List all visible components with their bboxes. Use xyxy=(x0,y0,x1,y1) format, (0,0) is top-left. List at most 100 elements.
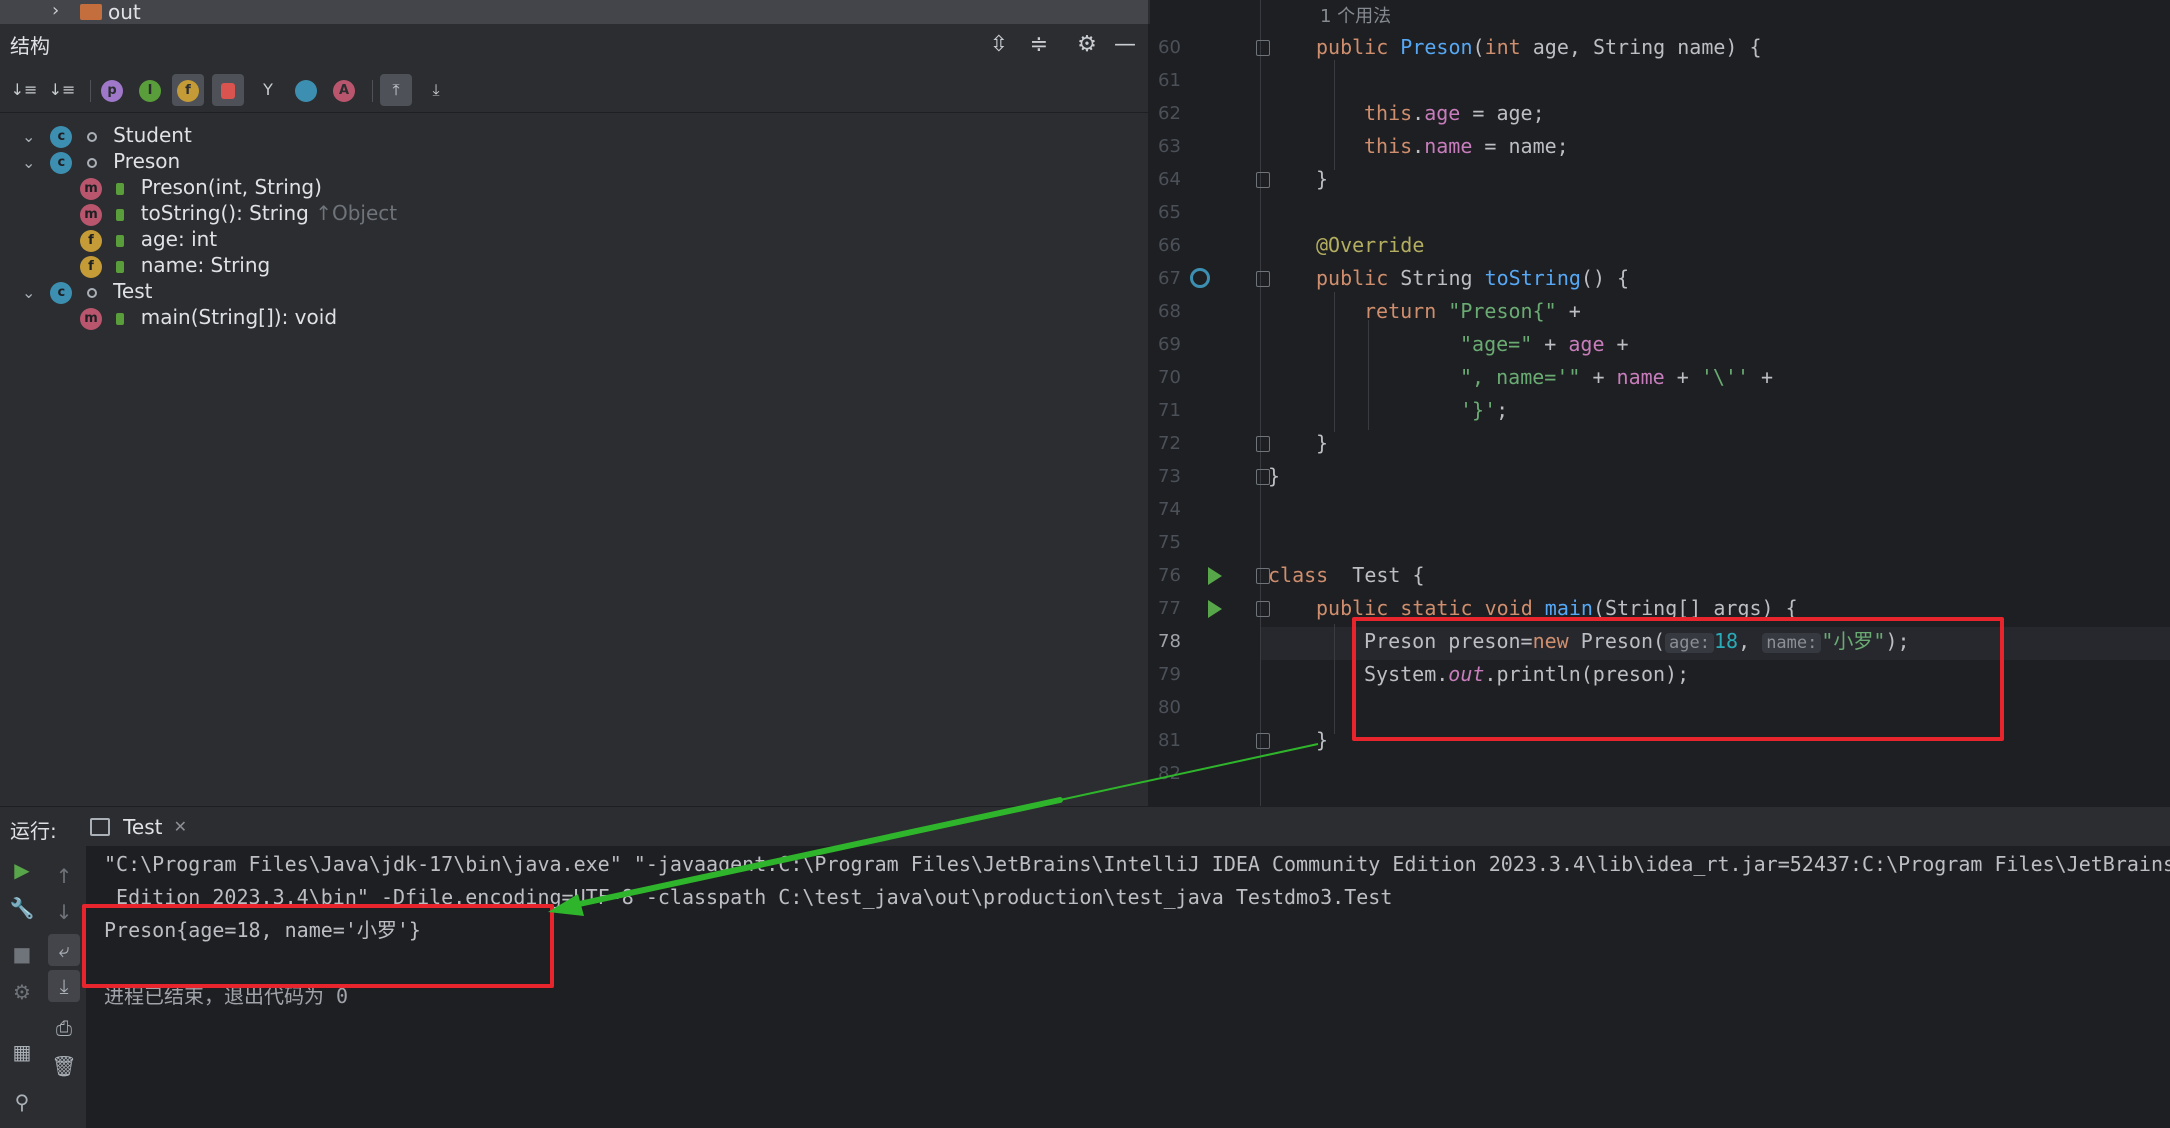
public-icon xyxy=(116,182,125,195)
autoscroll-from-source-icon[interactable]: ⤓ xyxy=(420,74,452,106)
layout-icon[interactable]: ▦ xyxy=(6,1036,38,1068)
scroll-to-end-icon[interactable]: ⤓ xyxy=(48,970,80,1002)
folder-label: out xyxy=(108,0,141,24)
structure-toolbar: ↓≡ ↓≡ p I f Y A ⤒ ⤓ xyxy=(0,68,1148,113)
code-line-72[interactable]: } xyxy=(1316,427,1328,460)
project-tree-out-row[interactable]: › out xyxy=(0,0,1148,24)
code-line-60[interactable]: public Preson(int age, String name) { xyxy=(1316,31,1762,64)
fold-marker-icon[interactable] xyxy=(1256,271,1270,287)
method-icon: m xyxy=(80,307,102,330)
code-line-73[interactable]: } xyxy=(1268,460,1280,493)
package-private-icon xyxy=(86,287,97,298)
line-number: 81 xyxy=(1158,730,1181,751)
tree-node-main[interactable]: m main(String[]): void xyxy=(80,300,337,334)
folder-icon xyxy=(80,4,102,20)
override-marker-icon[interactable] xyxy=(1190,268,1210,288)
line-number: 62 xyxy=(1158,103,1181,124)
line-number: 69 xyxy=(1158,334,1181,355)
override-hint: ↑Object xyxy=(315,201,398,225)
line-number: 68 xyxy=(1158,301,1181,322)
run-panel-header: 运行: Test ✕ xyxy=(0,806,2170,847)
code-line-70[interactable]: ", name='" + name + '\'' + xyxy=(1460,361,1773,394)
application-icon xyxy=(90,818,110,836)
show-lambdas-icon[interactable]: Y xyxy=(252,74,284,106)
structure-panel-title: 结构 xyxy=(10,34,50,58)
line-number: 63 xyxy=(1158,136,1181,157)
restore-layout-icon[interactable]: ⚙ xyxy=(6,976,38,1008)
line-number: 73 xyxy=(1158,466,1181,487)
package-private-icon xyxy=(86,157,97,168)
class-icon: c xyxy=(50,151,73,174)
line-number: 72 xyxy=(1158,433,1181,454)
run-tab-label: Test xyxy=(123,815,163,839)
arrow-down-icon[interactable]: ↓ xyxy=(48,896,80,928)
line-number: 65 xyxy=(1158,202,1181,223)
print-icon[interactable]: ⎙ xyxy=(48,1012,80,1044)
line-number: 66 xyxy=(1158,235,1181,256)
code-line-63[interactable]: this.name = name; xyxy=(1364,130,1569,163)
code-line-76[interactable]: class Test { xyxy=(1268,559,1425,592)
fold-marker-icon[interactable] xyxy=(1256,40,1270,56)
run-tab-test[interactable]: Test ✕ xyxy=(80,807,197,847)
sort-by-visibility-icon[interactable]: ↓≡ xyxy=(46,74,78,106)
line-number: 60 xyxy=(1158,37,1181,58)
public-icon xyxy=(116,234,125,247)
show-inherited-icon[interactable]: I xyxy=(134,74,166,106)
rerun-icon[interactable]: ▶ xyxy=(6,854,38,886)
fold-marker-icon[interactable] xyxy=(1256,436,1270,452)
annotation-box-output xyxy=(82,904,554,988)
chevron-down-icon[interactable]: ⌄ xyxy=(22,276,44,310)
fold-marker-icon[interactable] xyxy=(1256,601,1270,617)
stop-icon[interactable]: ■ xyxy=(6,938,38,970)
line-number: 75 xyxy=(1158,532,1181,553)
arrow-up-icon[interactable]: ↑ xyxy=(48,860,80,892)
fold-marker-icon[interactable] xyxy=(1256,172,1270,188)
public-icon xyxy=(116,260,125,273)
show-abstract-icon[interactable]: A xyxy=(328,74,360,106)
run-panel-label: 运行: xyxy=(10,819,57,843)
code-line-64[interactable]: } xyxy=(1316,163,1328,196)
show-properties-icon[interactable]: p xyxy=(96,74,128,106)
wrench-icon[interactable]: 🔧 xyxy=(6,892,38,924)
gear-icon[interactable]: ⚙ xyxy=(1072,30,1102,60)
public-icon xyxy=(116,312,125,325)
code-line-81[interactable]: } xyxy=(1316,724,1328,757)
chevron-down-icon[interactable]: ⌄ xyxy=(22,146,44,180)
code-line-71[interactable]: '}'; xyxy=(1460,394,1508,427)
line-number: 79 xyxy=(1158,664,1181,685)
structure-panel: 结构 ⇳ ≑ ⚙ — ↓≡ ↓≡ p I f Y A ⤒ ⤓ ⌄ c Stude… xyxy=(0,24,1150,806)
code-line-69[interactable]: "age=" + age + xyxy=(1460,328,1629,361)
code-line-67[interactable]: public String toString() { xyxy=(1316,262,1629,295)
fold-marker-icon[interactable] xyxy=(1256,733,1270,749)
console-line: "C:\Program Files\Java\jdk-17\bin\java.e… xyxy=(104,852,2170,876)
code-editor[interactable]: 60 61 62 63 64 65 66 67 68 69 70 71 72 7… xyxy=(1150,0,2170,806)
usage-hint[interactable]: 1 个用法 xyxy=(1320,2,1391,28)
show-non-public-icon[interactable] xyxy=(212,74,244,106)
show-fields-icon[interactable]: f xyxy=(172,74,204,106)
code-line-68[interactable]: return "Preson{" + xyxy=(1364,295,1581,328)
run-toolbar: ▶ 🔧 ■ ⚙ ▦ ⚲ ↑ ↓ ⤶ ⤓ ⎙ 🗑 xyxy=(0,846,86,1128)
expand-all-icon[interactable]: ⇳ xyxy=(984,30,1014,60)
tree-node-label: name: String xyxy=(140,253,271,277)
chevron-right-icon[interactable]: › xyxy=(52,0,59,22)
trash-icon[interactable]: 🗑 xyxy=(48,1050,80,1082)
code-line-62[interactable]: this.age = age; xyxy=(1364,97,1545,130)
show-anonymous-icon[interactable] xyxy=(290,74,322,106)
pin-icon[interactable]: ⚲ xyxy=(6,1086,38,1118)
close-icon[interactable]: ✕ xyxy=(174,817,187,836)
code-line-66[interactable]: @Override xyxy=(1316,229,1424,262)
soft-wrap-icon[interactable]: ⤶ xyxy=(48,934,80,966)
run-gutter-icon[interactable] xyxy=(1208,600,1222,618)
public-icon xyxy=(116,208,125,221)
autoscroll-to-source-icon[interactable]: ⤒ xyxy=(380,74,412,106)
run-gutter-icon[interactable] xyxy=(1208,567,1222,585)
runnable-class-icon: c xyxy=(50,281,73,304)
line-number: 82 xyxy=(1158,763,1181,784)
collapse-all-icon[interactable]: ≑ xyxy=(1024,30,1054,60)
sort-alphabetically-icon[interactable]: ↓≡ xyxy=(8,74,40,106)
minimize-icon[interactable]: — xyxy=(1110,30,1140,60)
annotation-box-code xyxy=(1352,617,2004,741)
line-number-current: 78 xyxy=(1158,631,1181,652)
tree-node-label: main(String[]): void xyxy=(140,305,338,329)
package-private-icon xyxy=(86,131,97,142)
